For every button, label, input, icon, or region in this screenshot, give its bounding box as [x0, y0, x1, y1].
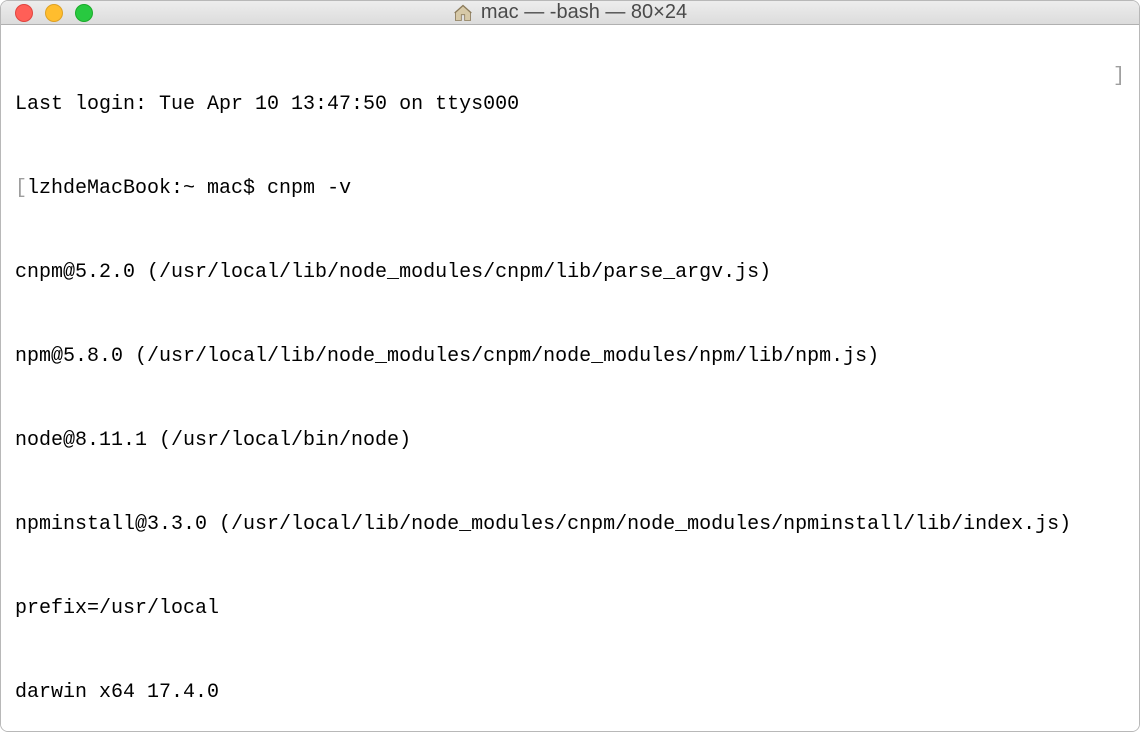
close-button[interactable] — [15, 4, 33, 22]
titlebar[interactable]: mac — -bash — 80×24 — [1, 1, 1139, 25]
terminal-body[interactable]: Last login: Tue Apr 10 13:47:50 on ttys0… — [1, 25, 1139, 732]
zoom-button[interactable] — [75, 4, 93, 22]
output-line: cnpm@5.2.0 (/usr/local/lib/node_modules/… — [15, 259, 1125, 287]
terminal-window: mac — -bash — 80×24 Last login: Tue Apr … — [0, 0, 1140, 732]
window-title: mac — -bash — 80×24 — [481, 1, 687, 24]
output-line: Last login: Tue Apr 10 13:47:50 on ttys0… — [15, 91, 1125, 119]
prompt-command: lzhdeMacBook:~ mac$ cnpm -v — [27, 177, 351, 200]
output-line: [lzhdeMacBook:~ mac$ cnpm -v — [15, 175, 1125, 203]
output-line: npm@5.8.0 (/usr/local/lib/node_modules/c… — [15, 343, 1125, 371]
minimize-button[interactable] — [45, 4, 63, 22]
output-line: npminstall@3.3.0 (/usr/local/lib/node_mo… — [15, 511, 1125, 539]
home-icon — [453, 3, 473, 23]
output-line: darwin x64 17.4.0 — [15, 679, 1125, 707]
right-bracket: ] — [1113, 63, 1125, 91]
title-wrap: mac — -bash — 80×24 — [453, 1, 687, 24]
output-line: prefix=/usr/local — [15, 595, 1125, 623]
output-line: node@8.11.1 (/usr/local/bin/node) — [15, 427, 1125, 455]
left-bracket: [ — [15, 177, 27, 200]
traffic-lights — [15, 4, 93, 22]
